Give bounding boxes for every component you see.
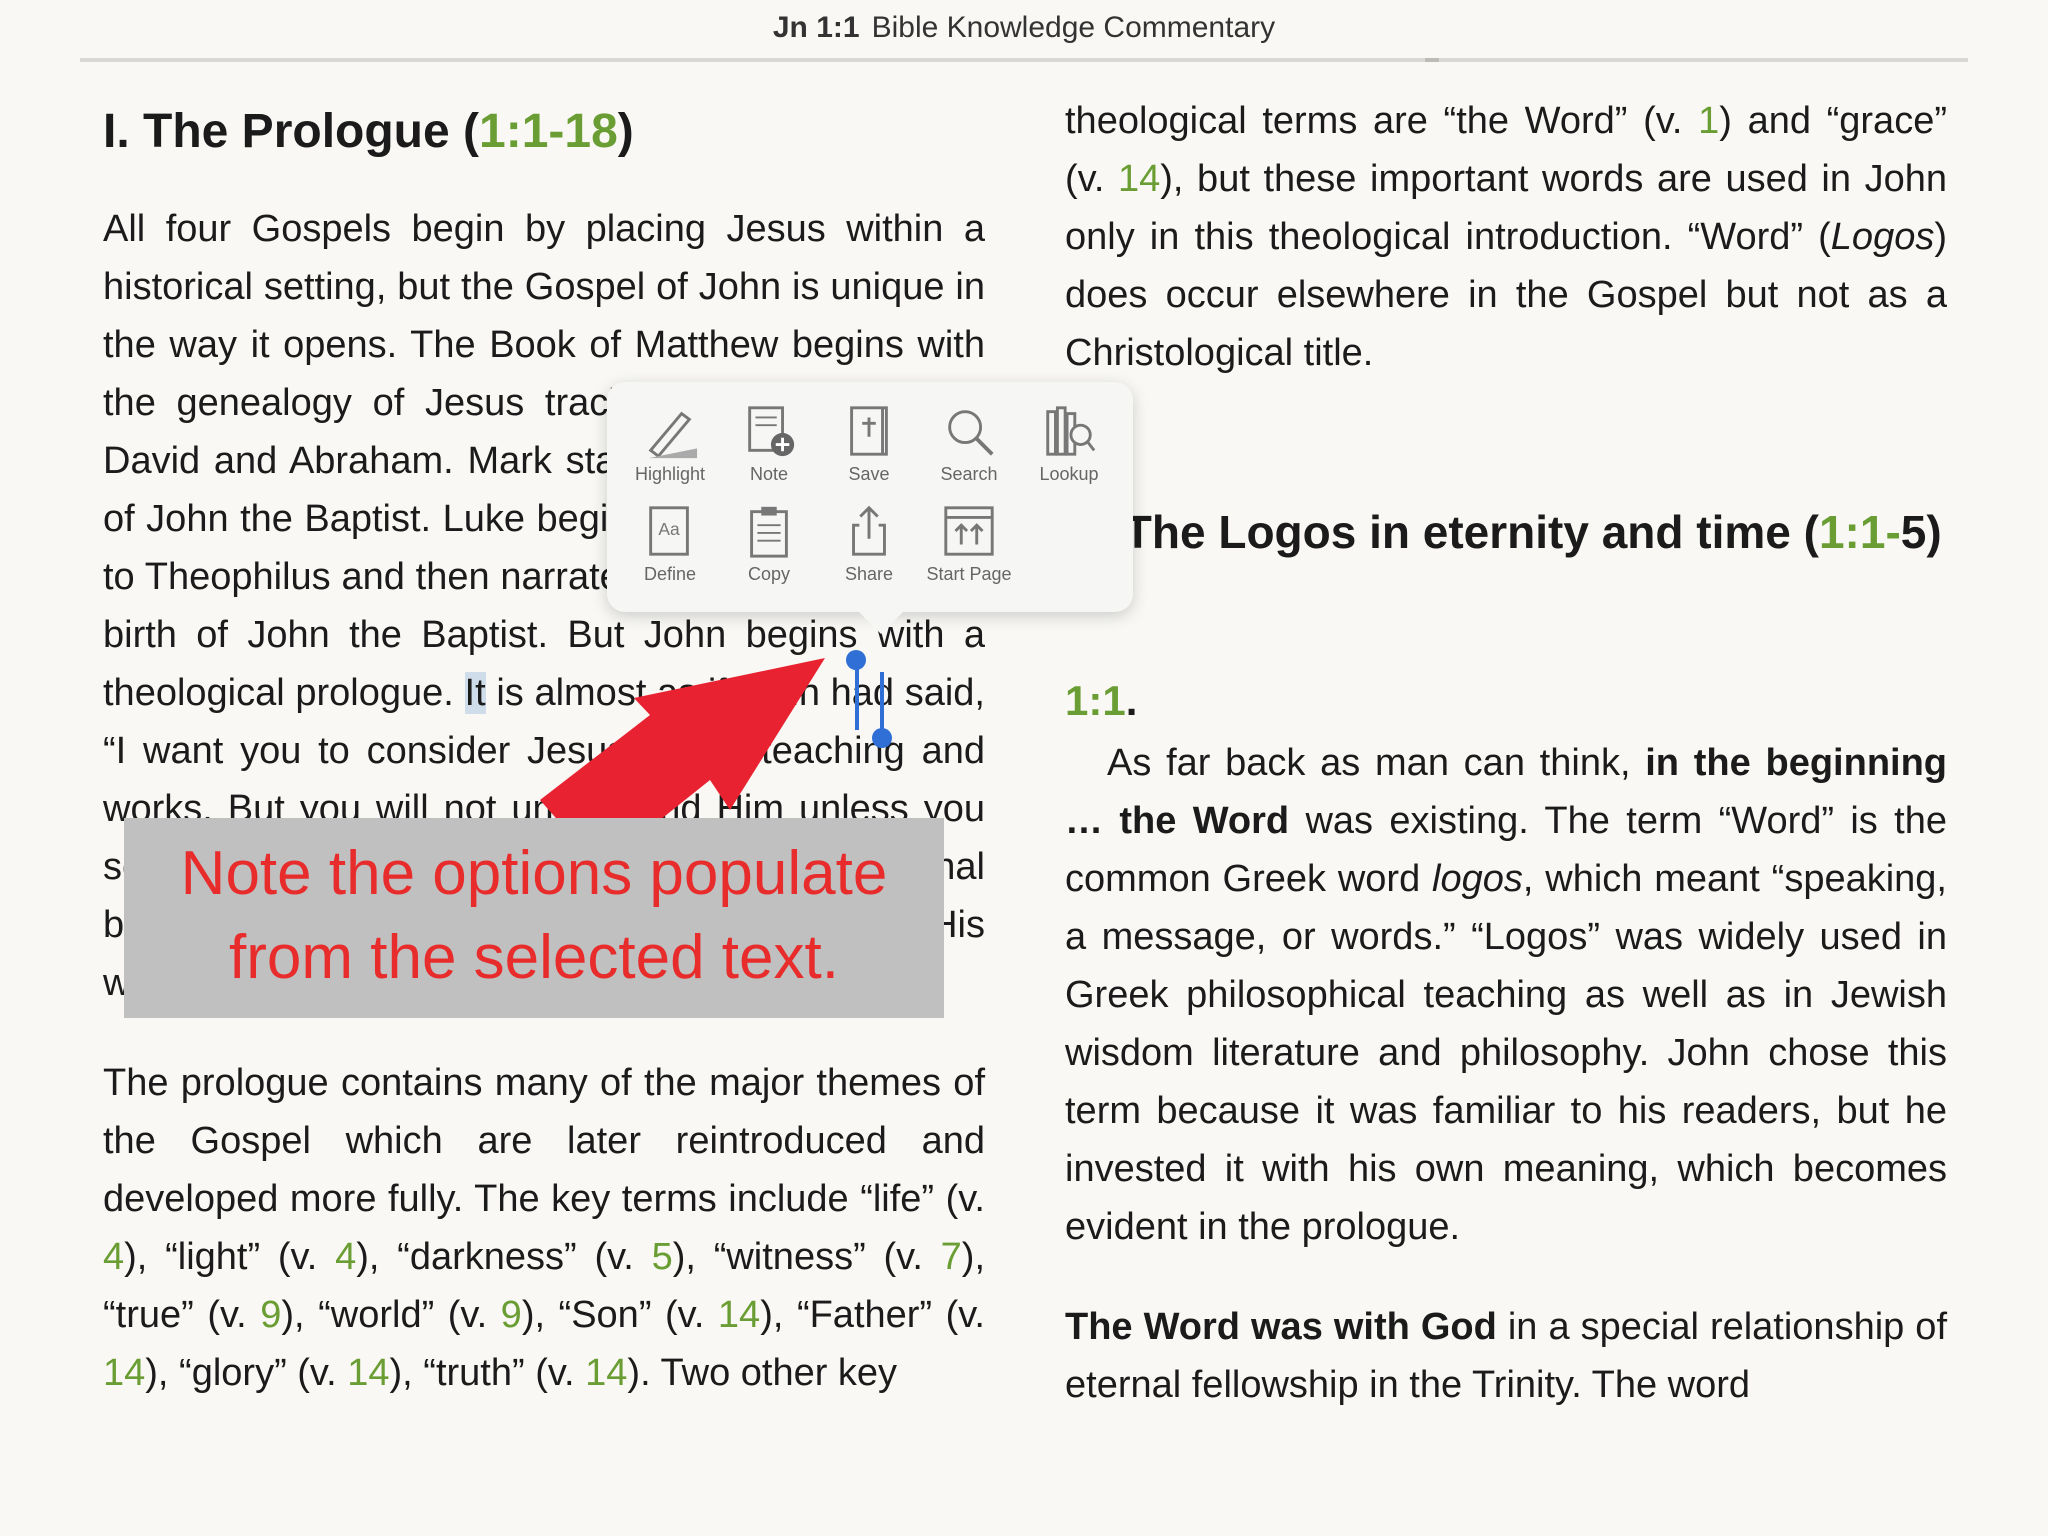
- callout-line-1: Note the options populate: [180, 839, 888, 908]
- share-label: Share: [844, 564, 894, 584]
- note-label: Note: [749, 464, 789, 484]
- paragraph: The Word was with God in a special relat…: [1065, 1306, 1947, 1406]
- verse-link[interactable]: 9: [501, 1294, 522, 1336]
- verse-link[interactable]: 1: [1698, 100, 1719, 142]
- verse-link[interactable]: 14: [1118, 158, 1160, 200]
- paragraph: theological terms are “the Word” (v. 1) …: [1065, 100, 1947, 374]
- selection-action-popup: Highlight Note Save Search Lookup Aa Def…: [607, 382, 1133, 634]
- bible-icon: [819, 402, 919, 464]
- reference-label[interactable]: Jn 1:1: [773, 11, 860, 44]
- search-icon: [919, 402, 1019, 464]
- library-lookup-icon: [1019, 402, 1119, 464]
- clipboard-icon: [719, 502, 819, 564]
- save-label: Save: [848, 464, 890, 484]
- callout-line-2: from the selected text.: [229, 923, 839, 992]
- note-button[interactable]: Note: [719, 402, 819, 485]
- search-button[interactable]: Search: [919, 402, 1019, 485]
- share-icon: [819, 502, 919, 564]
- selection-end-handle[interactable]: [872, 728, 892, 748]
- annotation-callout: Note the options populate from the selec…: [124, 818, 944, 1018]
- start-page-label: Start Page: [926, 564, 1012, 584]
- search-label: Search: [940, 464, 998, 484]
- verse-link[interactable]: 14: [718, 1294, 760, 1336]
- verse-link[interactable]: 9: [260, 1294, 281, 1336]
- lookup-label: Lookup: [1039, 464, 1099, 484]
- title-bar: Jn 1:1 Bible Knowledge Commentary: [0, 0, 2048, 56]
- highlight-label: Highlight: [634, 464, 706, 484]
- lookup-button[interactable]: Lookup: [1019, 402, 1119, 485]
- paragraph: The prologue contains many of the major …: [103, 1062, 986, 1394]
- svg-text:Aa: Aa: [658, 519, 680, 539]
- copy-label: Copy: [747, 564, 791, 584]
- verse-link[interactable]: 4: [335, 1236, 356, 1278]
- note-add-icon: [719, 402, 819, 464]
- verse-heading: 1:1.: [1065, 677, 1138, 724]
- verse-link[interactable]: 14: [347, 1352, 389, 1394]
- pencil-icon: [620, 402, 720, 464]
- verse-link[interactable]: 14: [585, 1352, 627, 1394]
- scripture-link[interactable]: 1:1-18: [479, 105, 618, 158]
- verse-link[interactable]: 1:1: [1065, 677, 1126, 724]
- subsection-heading: A. The Logos in eternity and time (1:1-5…: [1065, 506, 1942, 558]
- verse-link[interactable]: 5: [652, 1236, 673, 1278]
- save-button[interactable]: Save: [819, 402, 919, 485]
- book-title[interactable]: Bible Knowledge Commentary: [872, 11, 1276, 44]
- define-button[interactable]: Aa Define: [620, 502, 720, 585]
- verse-link[interactable]: 4: [103, 1236, 124, 1278]
- paragraph: As far back as man can think, in the beg…: [1065, 742, 1948, 1248]
- progress-knob[interactable]: [1425, 58, 1439, 62]
- verse-link[interactable]: 14: [103, 1352, 145, 1394]
- right-column: theological terms are “the Word” (v. 1) …: [1065, 92, 1947, 1456]
- scripture-link[interactable]: 1:1-: [1819, 506, 1901, 558]
- dictionary-icon: Aa: [620, 502, 720, 564]
- section-heading: I. The Prologue (1:1-18): [103, 105, 634, 158]
- start-page-button[interactable]: Start Page: [919, 502, 1019, 585]
- define-label: Define: [643, 564, 697, 584]
- start-page-icon: [919, 502, 1019, 564]
- highlight-button[interactable]: Highlight: [620, 402, 720, 485]
- selection-start-bar: [855, 666, 859, 730]
- share-button[interactable]: Share: [819, 502, 919, 585]
- copy-button[interactable]: Copy: [719, 502, 819, 585]
- selected-text[interactable]: It: [464, 672, 486, 714]
- verse-link[interactable]: 7: [941, 1236, 962, 1278]
- reading-progress-bar[interactable]: [80, 58, 1968, 62]
